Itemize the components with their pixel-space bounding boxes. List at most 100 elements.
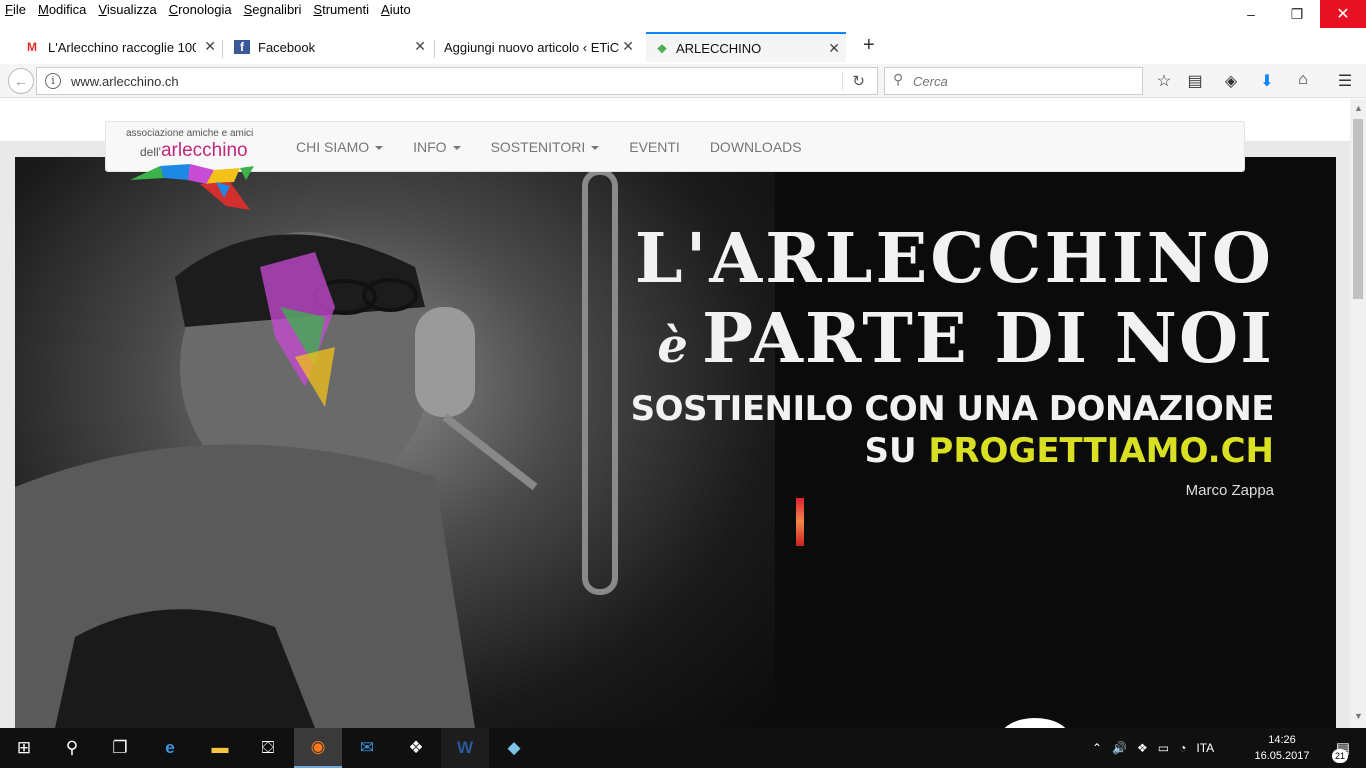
notification-badge: 21 [1332,749,1348,763]
tab-arlecchino[interactable]: ❖ ARLECCHINO ✕ [646,32,846,62]
download-icon[interactable]: ⬇ [1257,71,1277,91]
menu-modifica[interactable]: Modifica [38,2,86,17]
reload-icon[interactable]: ↻ [852,72,865,90]
clock[interactable]: 14:26 16.05.2017 [1252,732,1312,764]
nav-sostenitori[interactable]: SOSTENITORI [491,139,600,155]
logo-name: arlecchino [160,140,248,161]
menu-visualizza[interactable]: Visualizza [98,2,156,17]
tab-title: Facebook [258,39,316,55]
dropbox-icon[interactable]: ❖ [392,728,440,768]
chat-bubble[interactable] [1000,718,1070,728]
language-indicator[interactable]: ITA [1196,741,1214,755]
tab-title: L'Arlecchino raccoglie 100'0 [48,39,196,55]
menu-list: File Modifica Visualizza Cronologia Segn… [5,2,423,17]
tab-gmail[interactable]: M L'Arlecchino raccoglie 100'0 ✕ [24,32,216,62]
menubar: File Modifica Visualizza Cronologia Segn… [0,0,1366,28]
start-icon[interactable]: ⊞ [0,728,48,768]
menu-icon[interactable]: ☰ [1335,71,1355,91]
pocket-icon[interactable]: ◈ [1221,71,1241,91]
battery-icon[interactable]: ▭ [1158,741,1169,755]
volume-icon[interactable]: 🔊 [1112,741,1127,755]
firefox-icon[interactable]: ◉ [294,728,342,768]
star-icon[interactable]: ☆ [1154,71,1174,91]
nav-label: INFO [413,139,447,155]
hero-headline-1: L'ARLECCHINO [634,219,1274,299]
harlequin-logo-icon [130,164,254,210]
hero-headline-4-prefix: SU [864,431,917,471]
progettiamo-link[interactable]: PROGETTIAMO.CH [928,431,1274,471]
site-header: associazione amiche e amici dell'arlecch… [105,121,1245,210]
hero-credit: Marco Zappa [1185,482,1274,499]
scroll-thumb[interactable] [1353,119,1363,299]
word-icon[interactable]: W [441,728,489,768]
logo-line1: associazione amiche e amici [126,128,254,139]
task-view-icon[interactable]: ❐ [96,728,144,768]
tab-title: ARLECCHINO [676,40,762,56]
navigation-bar: ← i www.arlecchino.ch ↻ ⚲ ☆ ▤ ◈ ⬇ ⌂ ☰ [0,64,1366,98]
tray-dropbox-icon[interactable]: ❖ [1137,741,1148,755]
close-window-button[interactable]: ✕ [1320,0,1366,28]
close-tab-icon[interactable]: ✕ [204,38,216,55]
page-viewport: L'ARLECCHINO è PARTE DI NOI SOSTIENILO CO… [0,99,1350,728]
home-icon[interactable]: ⌂ [1293,71,1313,89]
close-tab-icon[interactable]: ✕ [622,38,634,55]
search-bar[interactable]: ⚲ [884,67,1143,95]
caret-down-icon [591,146,600,151]
maximize-button[interactable]: ❐ [1274,0,1320,28]
gmail-icon: M [27,40,37,54]
outlook-icon[interactable]: ✉ [343,728,391,768]
tab-facebook[interactable]: f Facebook ✕ [234,32,426,62]
back-button[interactable]: ← [8,68,34,94]
edge-icon[interactable]: e [146,728,194,768]
scroll-up-icon[interactable]: ▲ [1354,103,1363,113]
file-explorer-icon[interactable]: ▬ [196,728,244,768]
url-text[interactable]: www.arlecchino.ch [71,74,179,89]
hero-headline-3: SOSTIENILO CON UNA DONAZIONE [630,389,1275,429]
tab-title: Aggiungi nuovo articolo ‹ ETiCin [444,39,620,55]
nav-downloads[interactable]: DOWNLOADS [710,139,802,155]
system-tray: ⌃ 🔊 ❖ ▭ ◔ ITA [1092,728,1224,768]
search-icon: ⚲ [893,71,904,87]
site-nav: CHI SIAMO INFO SOSTENITORI EVENTI DOWNLO… [296,139,832,155]
close-tab-icon[interactable]: ✕ [828,40,840,57]
store-icon[interactable]: ⛋ [244,728,292,768]
search-input[interactable] [911,70,1131,92]
arlecchino-favicon-icon: ❖ [656,42,668,56]
reading-list-icon[interactable]: ▤ [1185,71,1205,91]
hero-headline-2: è PARTE DI NOI [657,299,1274,379]
facebook-icon: f [234,40,250,54]
menu-aiuto[interactable]: Aiuto [381,2,411,17]
hero-headline-2-prefix: è [657,318,690,374]
minimize-button[interactable]: – [1228,0,1274,28]
new-tab-button[interactable]: + [863,34,875,57]
hero-headline-4: SU PROGETTIAMO.CH [864,431,1274,471]
nav-chi-siamo[interactable]: CHI SIAMO [296,139,384,155]
app-icon[interactable]: ◆ [490,728,538,768]
menu-strumenti[interactable]: Strumenti [313,2,369,17]
search-icon[interactable]: ⚲ [48,728,96,768]
logo-line2: dell'arlecchino [140,140,248,162]
caret-down-icon [375,146,384,151]
tab-separator [222,40,223,58]
caret-down-icon [452,146,461,151]
page-scrollbar[interactable]: ▲ ▼ [1350,99,1366,728]
tray-chevron-icon[interactable]: ⌃ [1092,741,1102,755]
menu-file[interactable]: File [5,2,26,17]
info-icon[interactable]: i [45,73,61,89]
tab-article[interactable]: Aggiungi nuovo articolo ‹ ETiCin ✕ [420,32,634,62]
clock-time: 14:26 [1268,734,1296,746]
url-separator [842,72,843,90]
nav-eventi[interactable]: EVENTI [629,139,680,155]
scroll-down-icon[interactable]: ▼ [1354,711,1363,721]
menu-segnalibri[interactable]: Segnalibri [244,2,302,17]
url-bar[interactable]: i www.arlecchino.ch ↻ [36,67,878,95]
menu-cronologia[interactable]: Cronologia [169,2,232,17]
hero-banner[interactable]: L'ARLECCHINO è PARTE DI NOI SOSTIENILO CO… [15,157,1336,728]
clock-date: 16.05.2017 [1254,750,1310,762]
tab-bar: M L'Arlecchino raccoglie 100'0 ✕ f Faceb… [0,28,1366,64]
hero-headline-2-text: PARTE DI NOI [701,299,1274,379]
nav-info[interactable]: INFO [413,139,461,155]
wifi-icon[interactable]: ◔ [1179,741,1186,755]
nav-label: CHI SIAMO [296,139,370,155]
decorative-figure-icon [796,498,804,546]
